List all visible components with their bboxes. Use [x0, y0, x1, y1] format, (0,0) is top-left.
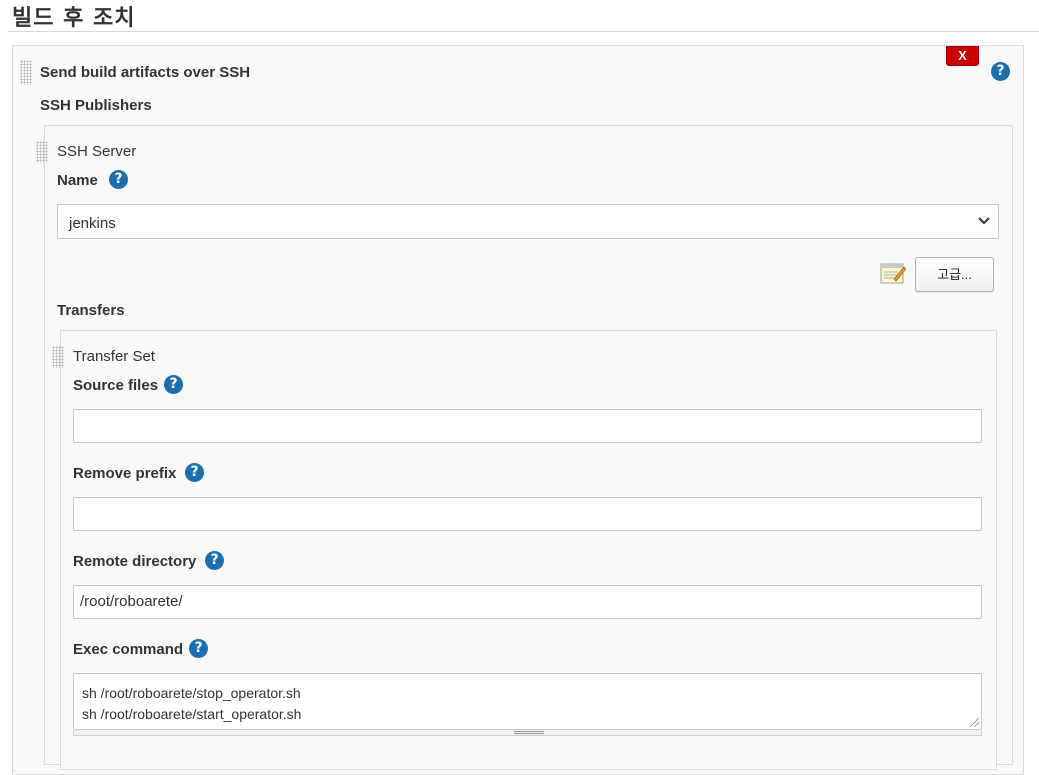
- drag-handle[interactable]: [52, 346, 64, 368]
- exec-command-line: sh /root/roboarete/stop_operator.sh: [82, 685, 301, 701]
- remote-directory-label: Remote directory: [73, 553, 197, 570]
- help-icon[interactable]: ?: [185, 463, 204, 482]
- help-icon[interactable]: ?: [109, 170, 128, 189]
- exec-command-textarea[interactable]: sh /root/roboarete/stop_operator.sh sh /…: [73, 673, 982, 730]
- drag-handle[interactable]: [36, 141, 48, 163]
- section-divider: [8, 31, 1039, 32]
- name-label: Name: [57, 172, 98, 189]
- source-files-input[interactable]: [73, 409, 982, 443]
- name-select-value: jenkins: [69, 215, 116, 232]
- exec-command-line: sh /root/roboarete/start_operator.sh: [82, 706, 302, 722]
- ssh-server-title: SSH Server: [57, 143, 137, 160]
- delete-button[interactable]: X: [946, 46, 979, 66]
- help-icon[interactable]: ?: [189, 639, 208, 658]
- name-select[interactable]: jenkins: [57, 204, 999, 239]
- advanced-button[interactable]: 고급...: [915, 257, 994, 292]
- exec-command-label: Exec command: [73, 641, 184, 658]
- help-icon[interactable]: ?: [991, 62, 1010, 81]
- drag-handle[interactable]: [20, 60, 32, 85]
- chevron-down-icon: [978, 205, 990, 238]
- transfer-set-title: Transfer Set: [73, 348, 155, 365]
- section-title: 빌드 후 조치: [12, 6, 136, 31]
- publisher-title: Send build artifacts over SSH: [40, 64, 251, 81]
- source-files-label: Source files: [73, 377, 159, 394]
- remote-directory-input[interactable]: /root/roboarete/: [73, 585, 982, 619]
- remove-prefix-input[interactable]: [73, 497, 982, 531]
- notepad-icon[interactable]: [880, 261, 907, 285]
- remove-prefix-label: Remove prefix: [73, 465, 177, 482]
- splitter-grip: [514, 731, 544, 734]
- ssh-publishers-label: SSH Publishers: [40, 97, 152, 114]
- help-icon[interactable]: ?: [205, 551, 224, 570]
- resize-grip[interactable]: [970, 718, 979, 727]
- transfers-label: Transfers: [57, 302, 125, 319]
- textarea-splitter[interactable]: [73, 730, 982, 736]
- help-icon[interactable]: ?: [164, 375, 183, 394]
